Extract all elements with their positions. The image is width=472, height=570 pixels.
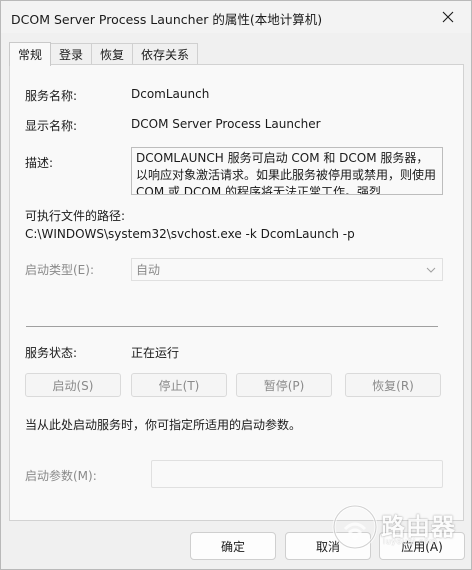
- display-name-value: DCOM Server Process Launcher: [131, 117, 321, 131]
- display-name-label: 显示名称:: [25, 119, 78, 133]
- start-params-hint: 当从此处启动服务时，你可指定所适用的启动参数。: [25, 418, 302, 432]
- stop-button[interactable]: 停止(T): [131, 373, 227, 397]
- close-button[interactable]: [425, 1, 471, 33]
- start-button[interactable]: 启动(S): [25, 373, 121, 397]
- service-name-value: DcomLaunch: [131, 87, 210, 101]
- description-text[interactable]: DCOMLAUNCH 服务可启动 COM 和 DCOM 服务器，以响应对象激活请…: [131, 147, 443, 195]
- tab-logon[interactable]: 登录: [50, 43, 93, 65]
- pause-button[interactable]: 暂停(P): [236, 373, 332, 397]
- service-status-label: 服务状态:: [25, 346, 78, 360]
- tab-general[interactable]: 常规: [9, 42, 52, 66]
- exe-path-label: 可执行文件的路径:: [25, 209, 126, 223]
- description-label: 描述:: [25, 156, 54, 170]
- start-params-label: 启动参数(M):: [25, 469, 97, 483]
- tab-dependencies[interactable]: 依存关系: [132, 43, 199, 65]
- title-bar: DCOM Server Process Launcher 的属性(本地计算机): [1, 1, 471, 33]
- description-value: DCOMLAUNCH 服务可启动 COM 和 DCOM 服务器，以响应对象激活请…: [136, 151, 437, 195]
- apply-button[interactable]: 应用(A): [379, 532, 465, 560]
- chevron-down-icon: [426, 267, 436, 273]
- close-icon: [442, 11, 454, 23]
- service-status-value: 正在运行: [131, 346, 180, 360]
- tab-recovery[interactable]: 恢复: [91, 43, 134, 65]
- ok-button[interactable]: 确定: [190, 532, 276, 560]
- service-name-label: 服务名称:: [25, 89, 78, 103]
- startup-type-label: 启动类型(E):: [25, 263, 94, 277]
- cancel-button[interactable]: 取消: [285, 532, 371, 560]
- properties-dialog: DCOM Server Process Launcher 的属性(本地计算机) …: [0, 0, 472, 570]
- exe-path-value: C:\WINDOWS\system32\svchost.exe -k DcomL…: [25, 227, 355, 241]
- divider: [26, 326, 438, 327]
- tab-strip: 常规 登录 恢复 依存关系: [9, 42, 199, 66]
- startup-type-select[interactable]: 自动: [131, 258, 443, 281]
- resume-button[interactable]: 恢复(R): [345, 373, 441, 397]
- start-params-input[interactable]: [151, 460, 443, 488]
- general-panel: 服务名称: DcomLaunch 显示名称: DCOM Server Proce…: [9, 64, 464, 521]
- window-title: DCOM Server Process Launcher 的属性(本地计算机): [11, 12, 323, 27]
- startup-type-value: 自动: [136, 263, 161, 277]
